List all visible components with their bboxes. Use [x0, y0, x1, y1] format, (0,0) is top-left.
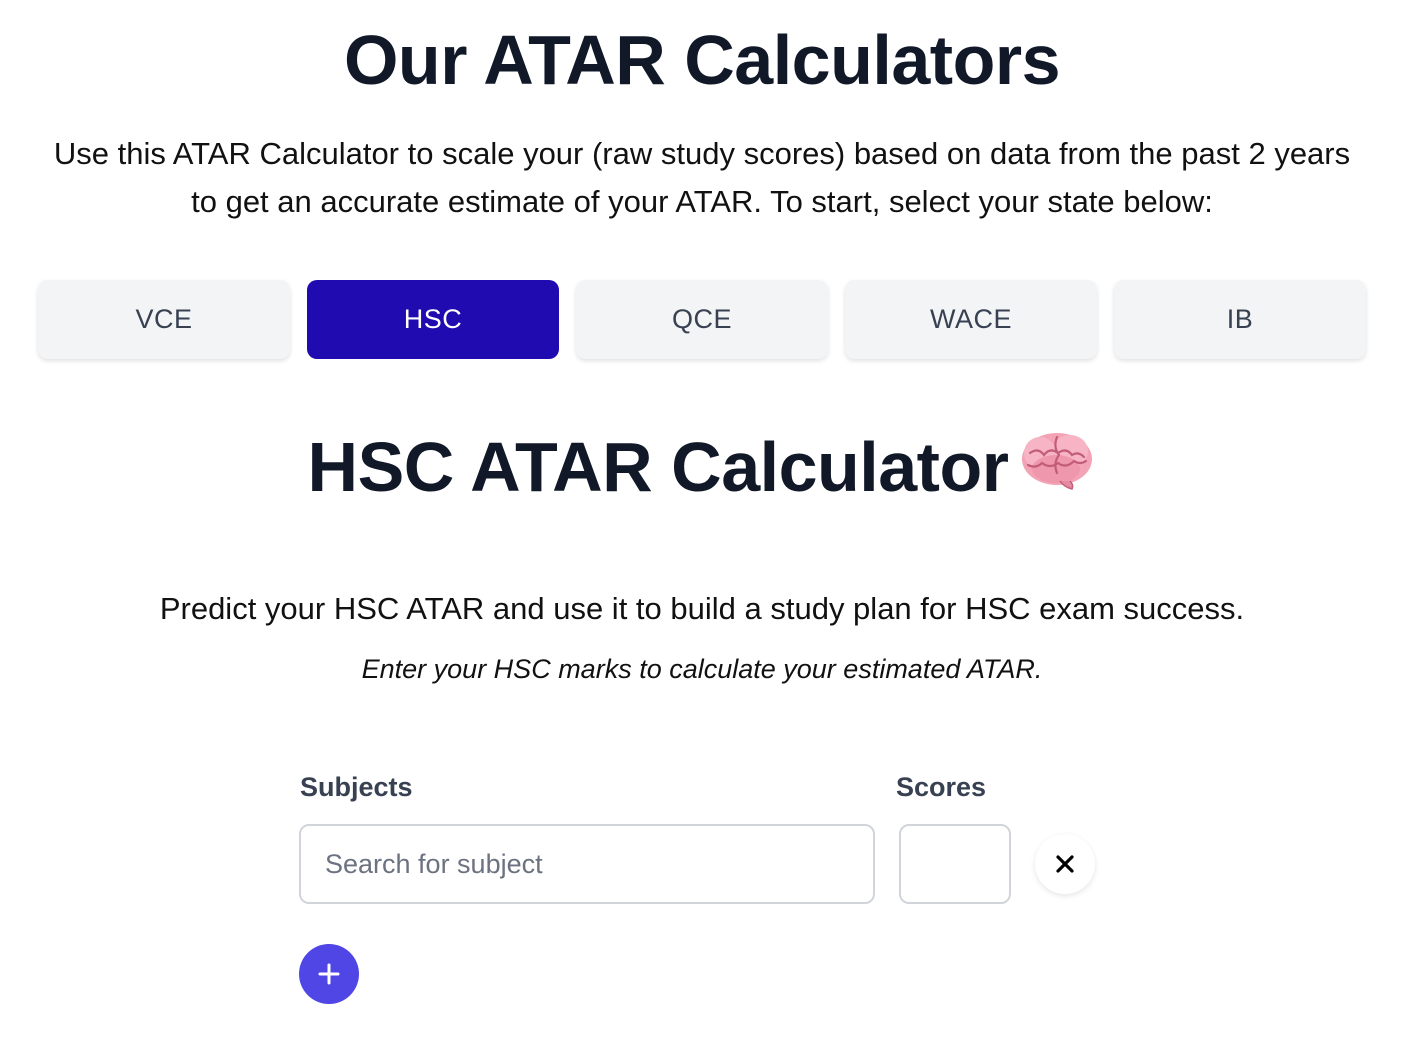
calculator-description: Predict your HSC ATAR and use it to buil… [159, 591, 1245, 626]
close-icon [1056, 855, 1074, 873]
brain-icon [1022, 433, 1093, 490]
score-input[interactable] [899, 824, 1011, 904]
page: Our ATAR Calculators Use this ATAR Calcu… [0, 0, 1404, 1058]
scores-label: Scores [896, 772, 987, 802]
state-tabs: VCE HSC QCE WACE IB [38, 280, 1366, 360]
tab-ib[interactable]: IB [1114, 280, 1366, 359]
page-title: Our ATAR Calculators [343, 21, 1061, 99]
intro-text: Use this ATAR Calculator to scale your (… [53, 136, 1351, 219]
calculator-title: HSC ATAR Calculator [0, 422, 1404, 512]
subject-search-input[interactable] [299, 824, 875, 904]
plus-icon [318, 963, 340, 985]
tab-qce[interactable]: QCE [576, 280, 828, 359]
tab-wace[interactable]: WACE [845, 280, 1097, 359]
add-subject-button[interactable] [299, 944, 359, 1004]
calculator-title-text: HSC ATAR Calculator [307, 428, 1009, 506]
subjects-label: Subjects [300, 772, 413, 802]
calculator-instruction: Enter your HSC marks to calculate your e… [361, 654, 1043, 684]
tab-vce[interactable]: VCE [38, 280, 290, 359]
remove-subject-button[interactable] [1035, 834, 1095, 894]
tab-hsc[interactable]: HSC [307, 280, 559, 359]
